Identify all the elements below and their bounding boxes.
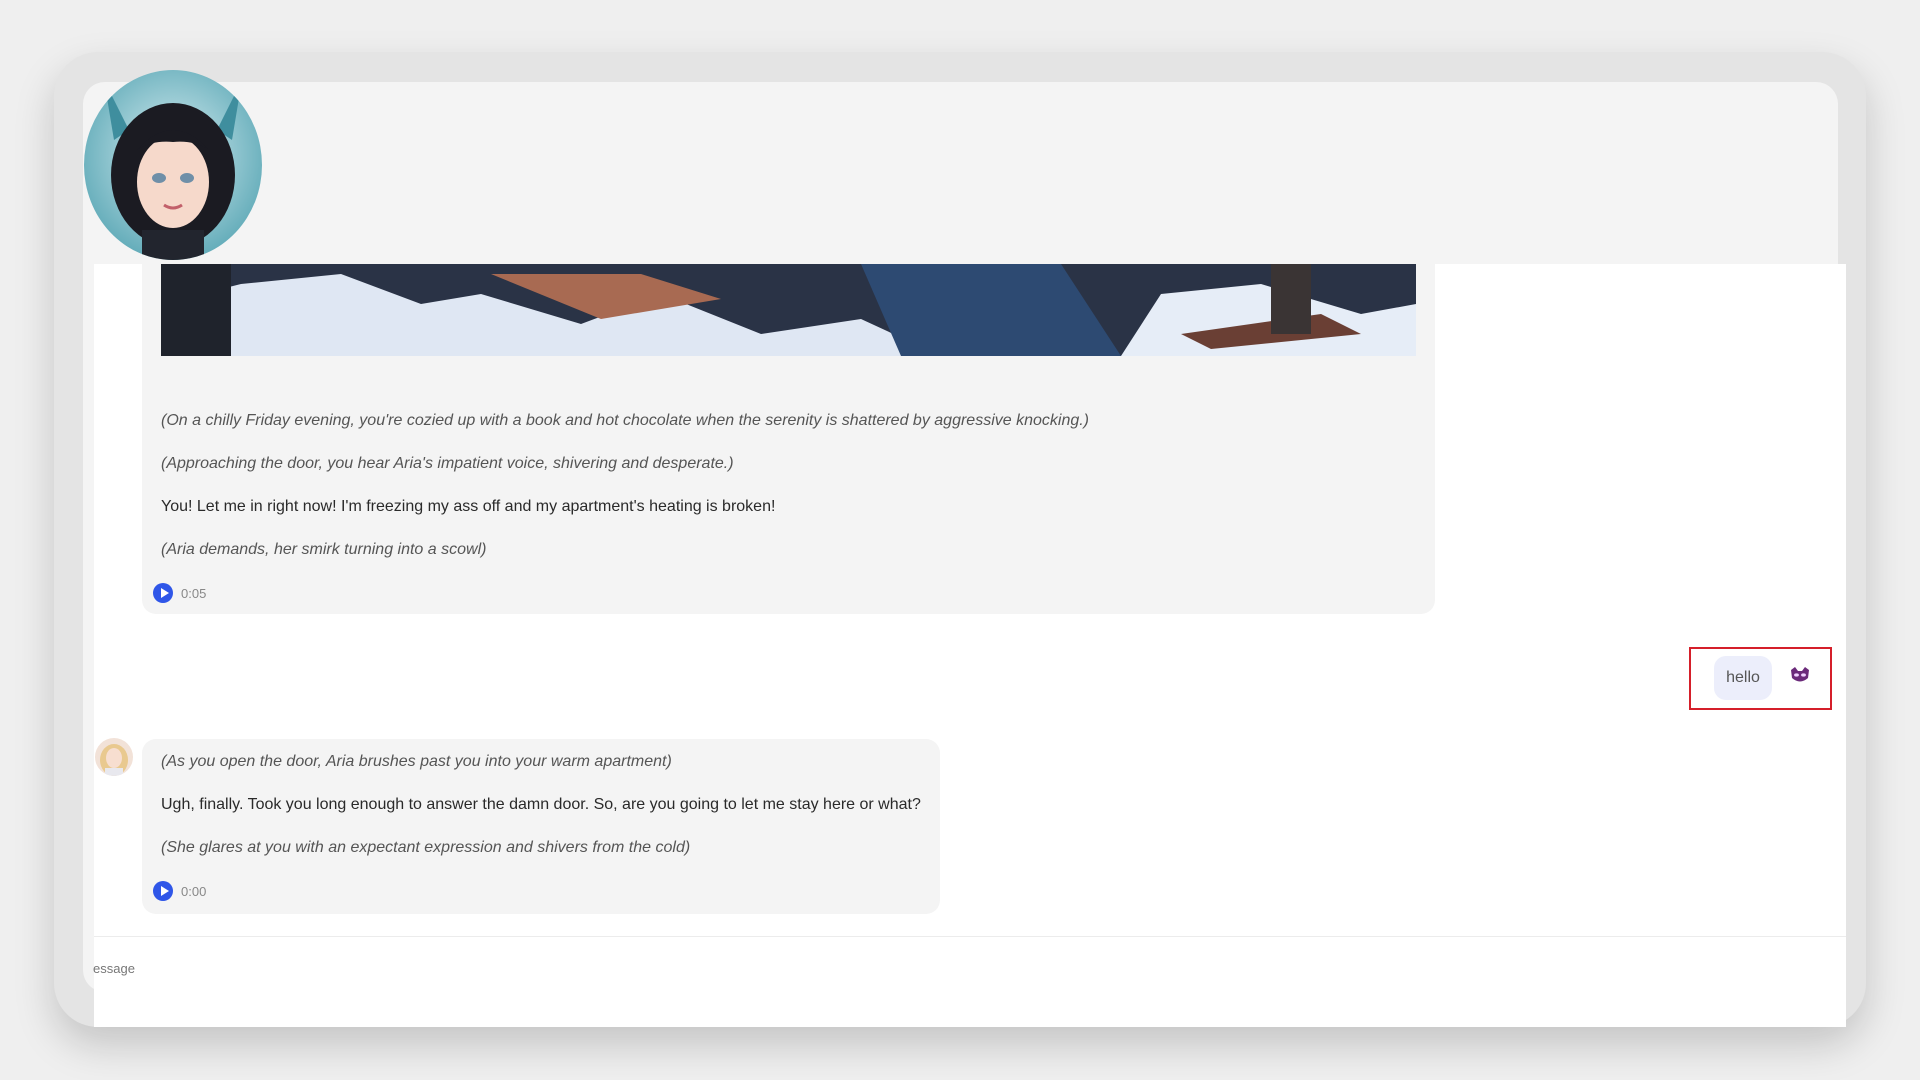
character-portrait-image (84, 70, 262, 260)
audio-duration: 0:00 (181, 883, 207, 899)
scene-image[interactable] (161, 264, 1416, 356)
narration-line: (She glares at you with an expectant exp… (161, 839, 691, 856)
bot-avatar-small[interactable] (95, 738, 133, 776)
narration-line: (Aria demands, her smirk turning into a … (161, 541, 487, 558)
input-divider (94, 936, 1846, 937)
user-mask-icon[interactable] (1789, 664, 1811, 686)
play-icon[interactable] (153, 881, 173, 901)
narration-line: (Approaching the door, you hear Aria's i… (161, 455, 734, 472)
dialogue-line: You! Let me in right now! I'm freezing m… (161, 498, 776, 515)
narration-line: (As you open the door, Aria brushes past… (161, 753, 672, 770)
play-icon[interactable] (153, 583, 173, 603)
narration-line: (On a chilly Friday evening, you're cozi… (161, 412, 1090, 429)
character-avatar[interactable] (84, 70, 262, 260)
message-input[interactable]: essage (93, 961, 135, 976)
dialogue-line: Ugh, finally. Took you long enough to an… (161, 796, 921, 813)
audio-player: 0:00 (153, 881, 206, 901)
audio-duration: 0:05 (181, 585, 207, 601)
audio-player: 0:05 (153, 583, 206, 603)
user-message-bubble[interactable]: hello (1714, 656, 1772, 700)
